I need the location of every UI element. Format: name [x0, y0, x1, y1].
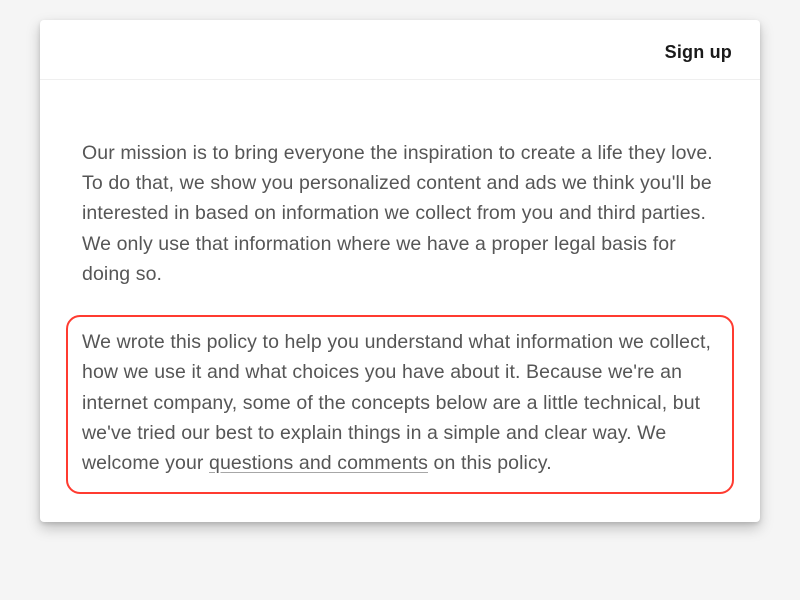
questions-and-comments-link[interactable]: questions and comments [209, 452, 428, 474]
highlighted-paragraph-box: We wrote this policy to help you underst… [66, 315, 734, 494]
policy-explanation-tail: on this policy. [428, 452, 552, 474]
signup-link[interactable]: Sign up [665, 42, 732, 63]
mission-paragraph: Our mission is to bring everyone the ins… [82, 138, 718, 289]
header-bar: Sign up [40, 20, 760, 80]
policy-body: Our mission is to bring everyone the ins… [40, 80, 760, 522]
policy-explanation-paragraph: We wrote this policy to help you underst… [82, 327, 718, 478]
policy-card: Sign up Our mission is to bring everyone… [40, 20, 760, 522]
